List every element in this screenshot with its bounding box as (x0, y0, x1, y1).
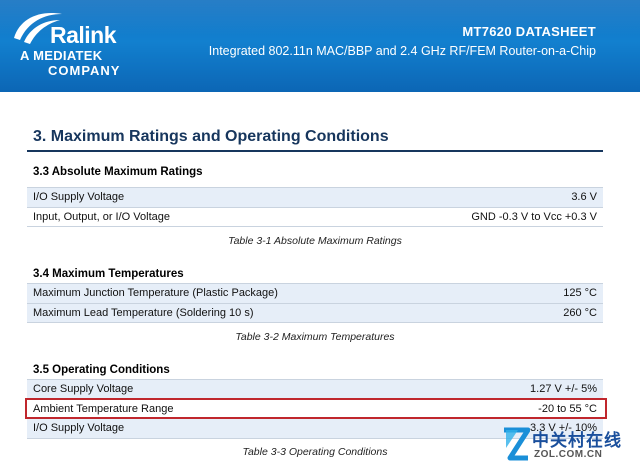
section-rule (27, 150, 603, 152)
table-row: Core Supply Voltage 1.27 V +/- 5% (27, 379, 603, 400)
row-label: I/O Supply Voltage (27, 187, 327, 208)
subsection-heading-3-5: 3.5 Operating Conditions (33, 364, 170, 376)
row-value: 260 °C (515, 303, 603, 323)
max-temperatures-table: Maximum Junction Temperature (Plastic Pa… (27, 283, 603, 323)
logo-line-2: A MEDIATEK (20, 48, 103, 63)
table-row: Maximum Junction Temperature (Plastic Pa… (27, 283, 603, 304)
doc-title: MT7620 DATASHEET (462, 24, 596, 39)
watermark-en-text: ZOL.COM.CN (534, 449, 603, 460)
row-value: 1.27 V +/- 5% (406, 379, 603, 400)
header-band: Ralink A MEDIATEK COMPANY MT7620 DATASHE… (0, 0, 640, 92)
zol-logo-icon (504, 427, 530, 461)
logo-brand-text: Ralink (50, 22, 117, 48)
doc-subtitle: Integrated 802.11n MAC/BBP and 2.4 GHz R… (208, 44, 596, 58)
table-row: Input, Output, or I/O Voltage GND -0.3 V… (27, 207, 603, 227)
watermark: 中关村在线 ZOL.COM.CN (498, 422, 638, 470)
row-label: Maximum Junction Temperature (Plastic Pa… (27, 283, 516, 304)
row-label: Maximum Lead Temperature (Soldering 10 s… (27, 303, 516, 323)
row-label: Core Supply Voltage (27, 379, 407, 400)
subsection-heading-3-3: 3.3 Absolute Maximum Ratings (33, 166, 203, 178)
row-value: GND -0.3 V to Vcc +0.3 V (326, 207, 603, 227)
table-row: I/O Supply Voltage 3.6 V (27, 187, 603, 208)
row-value: 3.6 V (326, 187, 603, 208)
row-value: 125 °C (515, 283, 603, 304)
table-caption-3-1: Table 3-1 Absolute Maximum Ratings (228, 235, 402, 247)
table-caption-3-2: Table 3-2 Maximum Temperatures (235, 331, 395, 343)
watermark-cn-text: 中关村在线 (532, 431, 622, 450)
section-title: 3. Maximum Ratings and Operating Conditi… (33, 128, 389, 145)
highlight-box (25, 398, 607, 419)
row-label: Input, Output, or I/O Voltage (27, 207, 327, 227)
row-label: I/O Supply Voltage (27, 418, 407, 439)
table-row: Maximum Lead Temperature (Soldering 10 s… (27, 303, 603, 323)
logo-line-3: COMPANY (48, 63, 121, 78)
company-logo: Ralink A MEDIATEK COMPANY (10, 8, 150, 84)
absolute-max-ratings-table: I/O Supply Voltage 3.6 V Input, Output, … (27, 187, 603, 227)
subsection-heading-3-4: 3.4 Maximum Temperatures (33, 268, 184, 280)
